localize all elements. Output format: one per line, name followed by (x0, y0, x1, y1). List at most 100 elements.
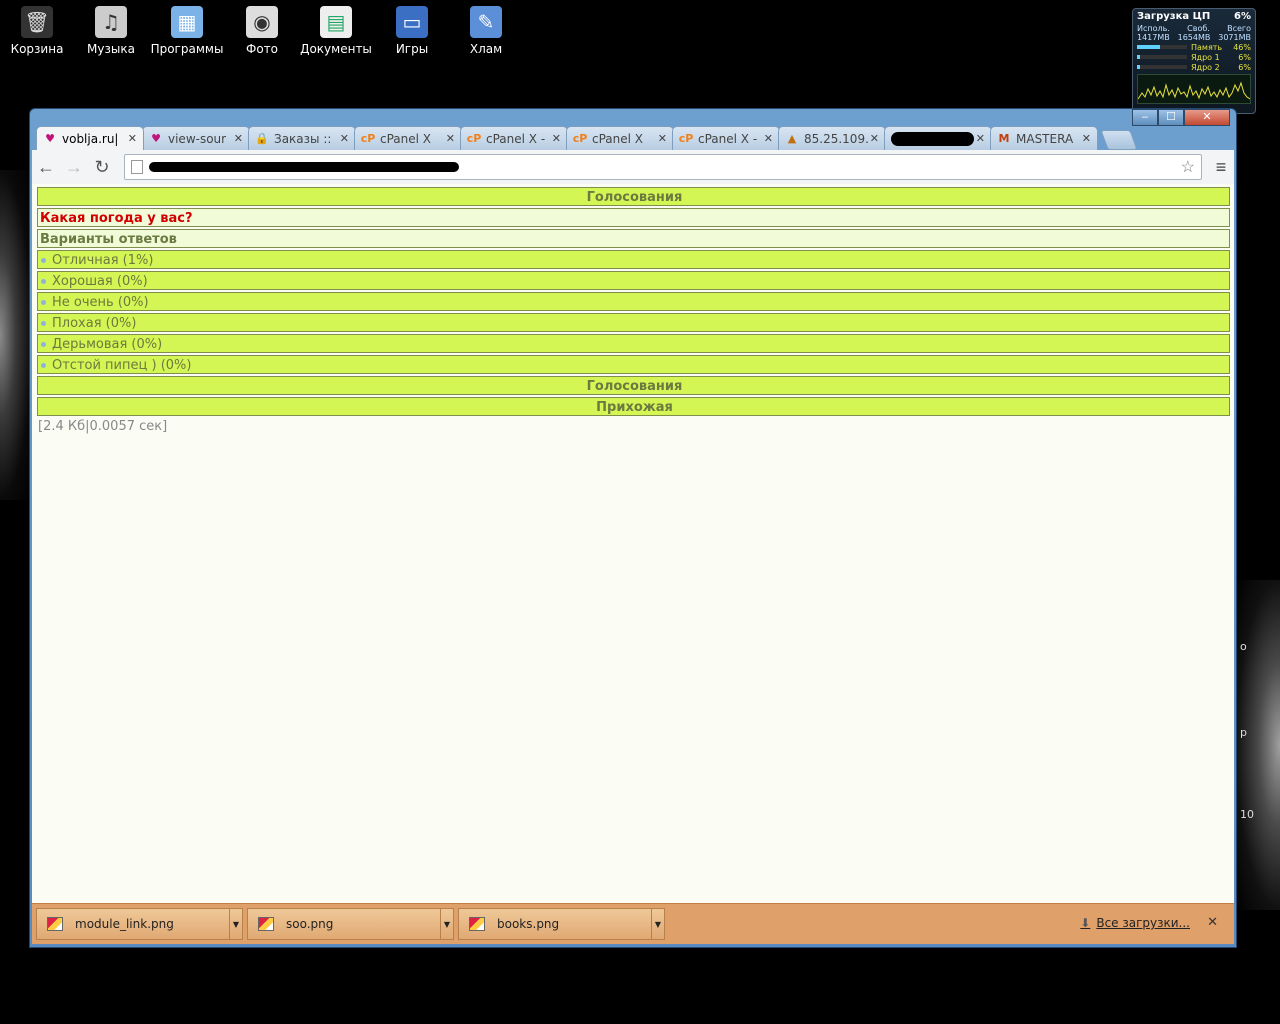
chevron-down-icon[interactable]: ▼ (229, 909, 242, 939)
bullet-icon (41, 300, 46, 305)
minimize-button[interactable]: – (1132, 109, 1158, 126)
music-icon: ♫ (95, 6, 127, 38)
tab-phpmyadmin[interactable]: ▲ 85.25.109. ✕ (778, 126, 886, 150)
poll-option[interactable]: Отличная (1%) (37, 250, 1230, 269)
gadget-row-core2: Ядро 2 6% (1133, 62, 1255, 72)
tab-cpanel-4[interactable]: cP cPanel X - ✕ (672, 126, 780, 150)
download-filename: module_link.png (75, 917, 174, 931)
heart-icon: ♥ (45, 132, 55, 145)
close-window-button[interactable]: ✕ (1184, 109, 1230, 126)
poll-option-label: Хорошая (0%) (52, 274, 148, 289)
tab-title: voblja.ru| (62, 131, 119, 146)
desktop-icon-documents[interactable]: ▤ Документы (299, 6, 373, 56)
tab-close-icon[interactable]: ✕ (128, 132, 137, 145)
gadget-head-label: Всего (1227, 24, 1251, 33)
poll-option[interactable]: Отстой пипец ) (0%) (37, 355, 1230, 374)
poll-footer[interactable]: Голосования (37, 376, 1230, 395)
gadget-row-label: Память (1191, 42, 1223, 52)
tab-close-icon[interactable]: ✕ (234, 132, 243, 145)
tab-close-icon[interactable]: ✕ (340, 132, 349, 145)
poll-question: Какая погода у вас? (37, 208, 1230, 227)
back-button[interactable]: ← (32, 157, 60, 178)
wallpaper-text: p (1240, 726, 1247, 739)
tab-cpanel-2[interactable]: cP cPanel X - ✕ (460, 126, 568, 150)
tab-view-source[interactable]: ♥ view-sour ✕ (142, 126, 250, 150)
games-icon: ▭ (396, 6, 428, 38)
tab-close-icon[interactable]: ✕ (552, 132, 561, 145)
desktop-icon-junk[interactable]: ✎ Хлам (449, 6, 523, 56)
browser-window: – ☐ ✕ ♥ voblja.ru| ✕ ♥ view-sour ✕ 🔒 Зак… (29, 108, 1237, 948)
browser-toolbar: ← → ↻ ☆ ≡ (32, 150, 1234, 185)
hall-link[interactable]: Прихожая (37, 397, 1230, 416)
page-stats: [2.4 Кб|0.0057 сек] (38, 419, 168, 434)
cpu-graph (1137, 74, 1251, 104)
bookmark-star-icon[interactable]: ☆ (1181, 157, 1195, 177)
gadget-row-label: Ядро 1 (1191, 52, 1220, 62)
desktop-icon-label: Фото (245, 42, 278, 56)
browser-menu-button[interactable]: ≡ (1208, 157, 1234, 178)
tab-mastera[interactable]: M MASTERA ✕ (990, 126, 1098, 150)
desktop-icon-programs[interactable]: ▦ Программы (150, 6, 224, 56)
tab-redacted[interactable]: ✕ (884, 126, 992, 150)
downloads-bar: module_link.png ▼ soo.png ▼ books.png ▼ … (32, 903, 1234, 944)
documents-icon: ▤ (320, 6, 352, 38)
chevron-down-icon[interactable]: ▼ (440, 909, 453, 939)
png-file-icon (47, 917, 63, 931)
desktop-icon-music[interactable]: ♫ Музыка (74, 6, 148, 56)
tab-cpanel-1[interactable]: cP cPanel X ✕ (354, 126, 462, 150)
tab-title: MASTERA (1016, 131, 1074, 146)
close-downloads-icon[interactable]: ✕ (1207, 914, 1218, 930)
m-icon: M (998, 132, 1010, 145)
poll-option-label: Не очень (0%) (52, 295, 149, 310)
programs-icon: ▦ (171, 6, 203, 38)
desktop-icon-games[interactable]: ▭ Игры (375, 6, 449, 56)
poll-option-label: Отличная (1%) (52, 253, 154, 268)
gadget-head-label: Своб. (1187, 24, 1210, 33)
tab-title: 85.25.109. (804, 131, 868, 146)
poll-option[interactable]: Плохая (0%) (37, 313, 1230, 332)
chevron-down-icon[interactable]: ▼ (651, 909, 664, 939)
tab-close-icon[interactable]: ✕ (446, 132, 455, 145)
recycle-bin-icon: 🗑 (21, 6, 53, 38)
gadget-row-label: Ядро 2 (1191, 62, 1220, 72)
junk-icon: ✎ (470, 6, 502, 38)
reload-button[interactable]: ↻ (88, 157, 116, 178)
cpu-gadget[interactable]: Загрузка ЦП 6% Исполь. Своб. Всего 1417M… (1132, 8, 1256, 114)
poll-option[interactable]: Не очень (0%) (37, 292, 1230, 311)
tab-close-icon[interactable]: ✕ (1082, 132, 1091, 145)
all-downloads-link[interactable]: ⬇ Все загрузки... (1080, 916, 1190, 930)
forward-button[interactable]: → (60, 157, 88, 178)
desktop-icon-label: Музыка (87, 42, 135, 56)
download-item[interactable]: soo.png ▼ (247, 908, 454, 940)
download-item[interactable]: module_link.png ▼ (36, 908, 243, 940)
tab-close-icon[interactable]: ✕ (658, 132, 667, 145)
phpmyadmin-icon: ▲ (787, 132, 797, 145)
desktop-icon-recycle-bin[interactable]: 🗑 Корзина (0, 6, 74, 56)
tab-close-icon[interactable]: ✕ (870, 132, 879, 145)
maximize-button[interactable]: ☐ (1158, 109, 1184, 126)
tab-strip: ♥ voblja.ru| ✕ ♥ view-sour ✕ 🔒 Заказы ::… (36, 126, 1230, 150)
poll-option[interactable]: Хорошая (0%) (37, 271, 1230, 290)
tab-cpanel-3[interactable]: cP cPanel X ✕ (566, 126, 674, 150)
heart-icon: ♥ (151, 132, 161, 145)
cpu-graph-lines (1137, 81, 1251, 100)
tab-close-icon[interactable]: ✕ (976, 132, 985, 145)
address-bar[interactable]: ☆ (124, 154, 1202, 180)
page-icon (131, 160, 143, 174)
tab-voblja[interactable]: ♥ voblja.ru| ✕ (36, 126, 144, 150)
download-item[interactable]: books.png ▼ (458, 908, 665, 940)
new-tab-button[interactable] (1100, 130, 1138, 150)
cpanel-icon: cP (572, 132, 588, 145)
desktop-icon-label: Программы (150, 42, 224, 56)
gadget-head-label: Исполь. (1137, 24, 1170, 33)
poll-option[interactable]: Дерьмовая (0%) (37, 334, 1230, 353)
wallpaper-text: 10 (1240, 808, 1254, 821)
tab-orders[interactable]: 🔒 Заказы :: ✕ (248, 126, 356, 150)
desktop-icon-photo[interactable]: ◉ Фото (225, 6, 299, 56)
gadget-row-value: 6% (1238, 62, 1251, 72)
download-arrow-icon: ⬇ (1080, 916, 1091, 930)
tab-title: cPanel X - (698, 131, 758, 146)
tab-close-icon[interactable]: ✕ (764, 132, 773, 145)
bullet-icon (41, 279, 46, 284)
address-redacted (149, 162, 459, 172)
